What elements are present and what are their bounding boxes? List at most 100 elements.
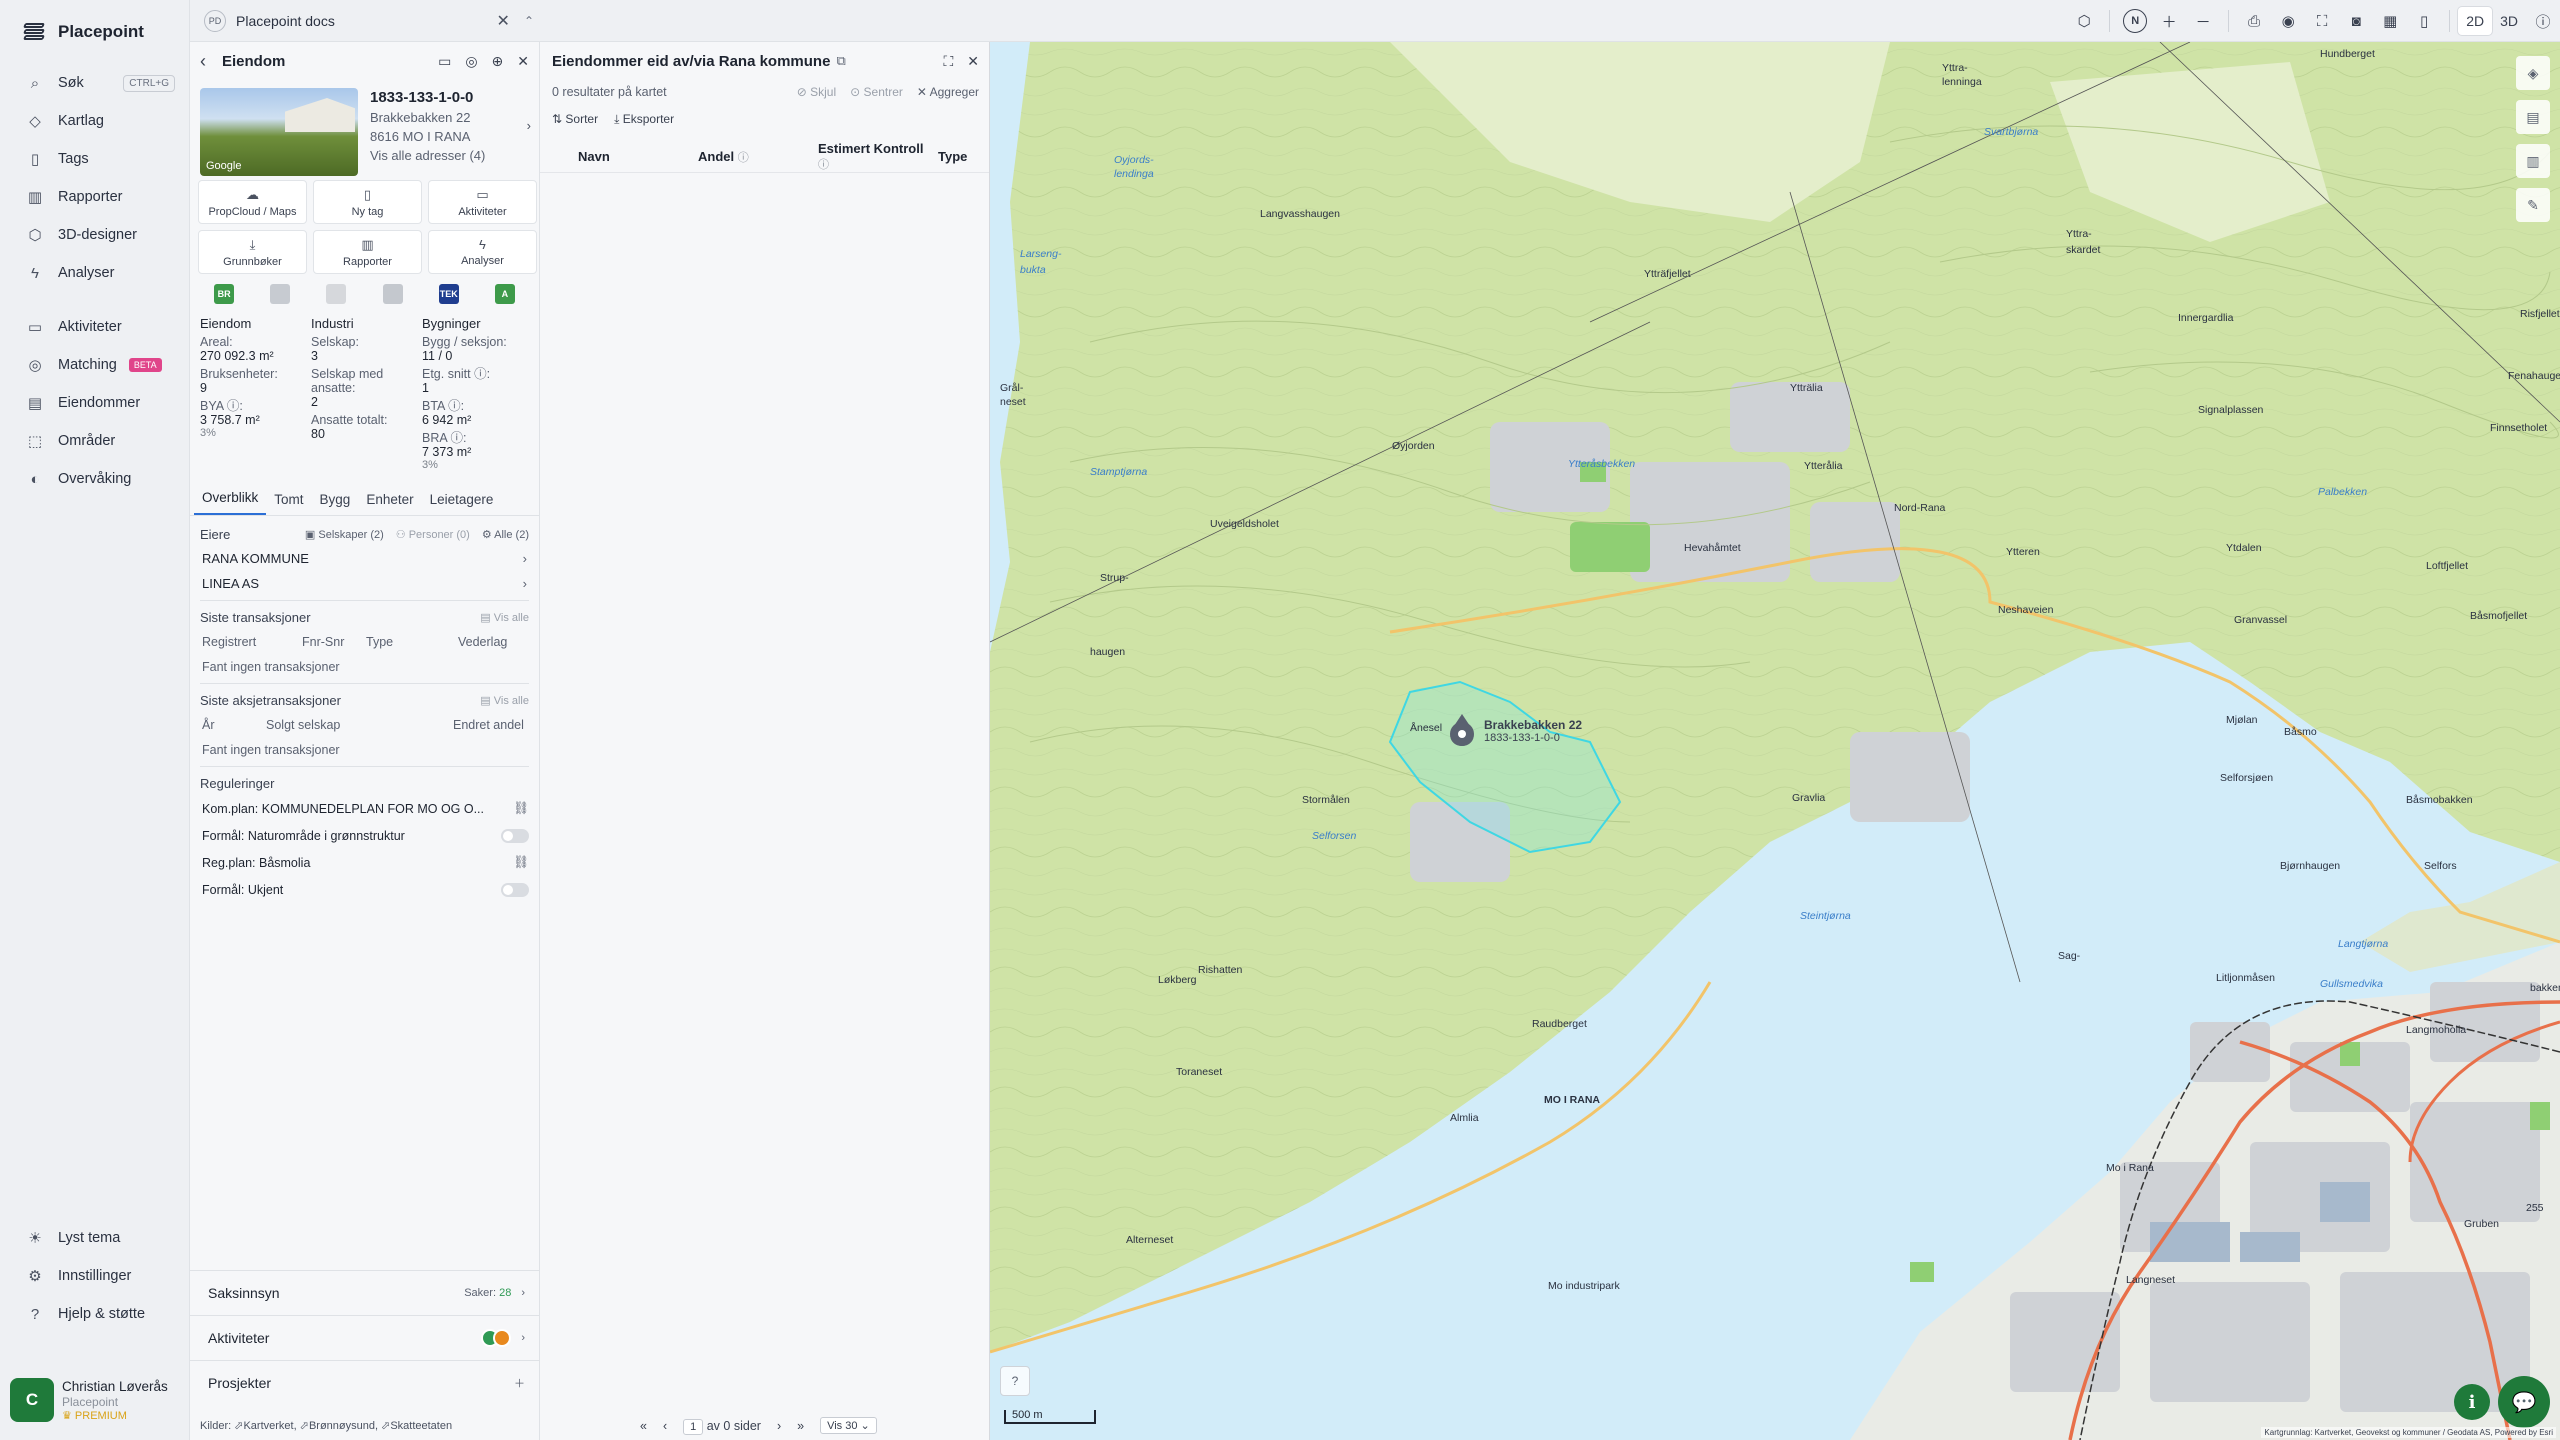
data-source-badge[interactable]: [382, 284, 403, 304]
close-icon[interactable]: ✕: [517, 53, 529, 70]
layer-toggle[interactable]: [501, 828, 529, 843]
filter-persons[interactable]: ⚇ Personer (0): [396, 528, 470, 541]
tab-enheter[interactable]: Enheter: [358, 492, 421, 515]
tab-bygg[interactable]: Bygg: [312, 492, 359, 515]
source-link[interactable]: ⬀Kartverket,: [234, 1420, 296, 1432]
show-all-transactions[interactable]: ▤ Vis alle: [480, 611, 529, 624]
column-header-kontroll[interactable]: Estimert Kontroll ⓘ: [818, 141, 938, 172]
sidebar-item-matching[interactable]: ◎ Matching BETA: [0, 346, 189, 384]
doc-tab[interactable]: PD Placepoint docs ✕ ⌃: [204, 7, 534, 35]
source-link[interactable]: ⬀Brønnøysund,: [300, 1420, 378, 1432]
export-button[interactable]: ⤓ Eksporter: [614, 112, 674, 127]
link-icon[interactable]: ⛓: [513, 801, 529, 816]
aktiviteter-accordion[interactable]: Aktiviteter ›: [190, 1315, 539, 1360]
chevron-right-icon[interactable]: ›: [521, 1287, 525, 1299]
user-card[interactable]: C Christian Løverås Placepoint ♛ PREMIUM: [10, 1372, 182, 1428]
layer-toggle[interactable]: [501, 882, 529, 897]
link-icon[interactable]: ⧉: [836, 53, 845, 69]
prev-page-icon[interactable]: ‹: [663, 1419, 667, 1433]
property-address-block[interactable]: 1833-133-1-0-0 Brakkebakken 22 8616 MO I…: [370, 88, 531, 176]
owner-row[interactable]: RANA KOMMUNE ›: [200, 546, 529, 571]
tab-leietagere[interactable]: Leietagere: [422, 492, 502, 515]
chevron-up-down-icon[interactable]: ⌃: [524, 14, 534, 28]
all-addresses-link[interactable]: Vis alle adresser (4): [370, 146, 531, 165]
filter-companies[interactable]: ▣ Selskaper (2): [305, 528, 384, 541]
owner-row[interactable]: LINEA AS ›: [200, 571, 529, 596]
map-ruler-icon[interactable]: ▤: [2516, 100, 2550, 134]
data-source-badge[interactable]: A: [494, 284, 515, 304]
compass-button[interactable]: N: [2118, 4, 2152, 38]
camera-icon[interactable]: ◙: [2339, 4, 2373, 38]
link-icon[interactable]: ⛓: [513, 855, 529, 870]
eye-icon[interactable]: ◎: [465, 53, 477, 70]
expand-icon[interactable]: ⛶: [943, 53, 953, 70]
info-button[interactable]: i: [2454, 1384, 2490, 1420]
chevron-right-icon[interactable]: ›: [527, 116, 531, 135]
first-page-icon[interactable]: «: [640, 1419, 647, 1433]
tab-tomt[interactable]: Tomt: [266, 492, 311, 515]
center-button[interactable]: ⊙ Sentrer: [850, 85, 903, 99]
action-analyser-button[interactable]: ϟ Analyser: [428, 230, 537, 274]
action-grunnb-ker-button[interactable]: ⤓ Grunnbøker: [198, 230, 307, 274]
layers-3d-icon[interactable]: ⬡: [2067, 4, 2101, 38]
view-3d-button[interactable]: 3D: [2492, 7, 2526, 35]
crosshair-icon[interactable]: ⊕: [492, 53, 504, 70]
source-link[interactable]: ⬀Skatteetaten: [381, 1420, 452, 1432]
sidebar-item-overv-king[interactable]: ◐ Overvåking: [0, 460, 189, 498]
grid-icon[interactable]: ▦: [2373, 4, 2407, 38]
per-page-select[interactable]: Vis 30 ⌄: [820, 1417, 877, 1434]
page-input[interactable]: 1: [683, 1418, 704, 1435]
sidebar-item-rapporter[interactable]: ▥ Rapporter: [0, 178, 189, 216]
action-ny-tag-button[interactable]: ▯ Ny tag: [313, 180, 422, 224]
map-canvas[interactable]: [990, 42, 2560, 1440]
app-brand[interactable]: Placepoint: [0, 0, 189, 64]
sidebar-item-tags[interactable]: ▯ Tags: [0, 140, 189, 178]
sidebar-item-s-k[interactable]: ⌕ Søk CTRL+G: [0, 64, 189, 102]
back-arrow-icon[interactable]: ‹: [200, 51, 206, 72]
close-icon[interactable]: ✕: [967, 53, 979, 70]
action-rapporter-button[interactable]: ▥ Rapporter: [313, 230, 422, 274]
hide-button[interactable]: ⊘ Skjul: [797, 85, 836, 99]
aggregate-button[interactable]: ✕ Aggreger: [917, 85, 979, 99]
action-propcloud-maps-button[interactable]: ☁ PropCloud / Maps: [198, 180, 307, 224]
map-view[interactable]: Brakkebakken 22 1833-133-1-0-0 Yttra-len…: [990, 42, 2560, 1440]
saksinnsyn-accordion[interactable]: Saksinnsyn Saker: 28 ›: [190, 1270, 539, 1315]
info-icon[interactable]: ⓘ: [2526, 4, 2560, 38]
chevron-right-icon[interactable]: ›: [521, 1332, 525, 1344]
sidebar-item-kartlag[interactable]: ◇ Kartlag: [0, 102, 189, 140]
tab-overblikk[interactable]: Overblikk: [194, 490, 267, 515]
data-source-badge[interactable]: BR: [214, 284, 235, 304]
column-header-navn[interactable]: Navn: [578, 149, 698, 164]
column-header-andel[interactable]: Andel ⓘ: [698, 149, 818, 165]
map-chart-icon[interactable]: ▥: [2516, 144, 2550, 178]
bookmark-icon[interactable]: ▯: [2407, 4, 2441, 38]
column-header-type[interactable]: Type: [938, 149, 967, 164]
filter-all[interactable]: ⚙ Alle (2): [482, 528, 529, 541]
eye-icon[interactable]: ◉: [2271, 4, 2305, 38]
sidebar-item-hjelp-st-tte[interactable]: ? Hjelp & støtte: [0, 1295, 189, 1333]
chat-button[interactable]: 💬: [2498, 1376, 2550, 1428]
prosjekter-accordion[interactable]: Prosjekter ＋: [190, 1360, 539, 1405]
print-icon[interactable]: ⎙: [2237, 4, 2271, 38]
map-layers-icon[interactable]: ◈: [2516, 56, 2550, 90]
property-photo[interactable]: Google: [200, 88, 358, 176]
show-all-share-transactions[interactable]: ▤ Vis alle: [480, 694, 529, 707]
id-card-icon[interactable]: ▭: [438, 53, 451, 70]
sidebar-item-analyser[interactable]: ϟ Analyser: [0, 254, 189, 292]
close-icon[interactable]: ✕: [497, 11, 510, 31]
data-source-badge[interactable]: TEK: [438, 284, 459, 304]
map-tools-icon[interactable]: ✎: [2516, 188, 2550, 222]
action-aktiviteter-button[interactable]: ▭ Aktiviteter: [428, 180, 537, 224]
data-source-badge[interactable]: [326, 284, 347, 304]
sidebar-item-3d-designer[interactable]: ⬡ 3D-designer: [0, 216, 189, 254]
zoom-out-icon[interactable]: －: [2186, 4, 2220, 38]
sidebar-item-lyst-tema[interactable]: ☀ Lyst tema: [0, 1219, 189, 1257]
last-page-icon[interactable]: »: [797, 1419, 804, 1433]
sidebar-item-aktiviteter[interactable]: ▭ Aktiviteter: [0, 308, 189, 346]
data-source-badge[interactable]: [270, 284, 291, 304]
view-2d-button[interactable]: 2D: [2458, 7, 2493, 35]
plus-icon[interactable]: ＋: [514, 1375, 525, 1391]
sidebar-item-eiendommer[interactable]: ▤ Eiendommer: [0, 384, 189, 422]
sidebar-item-innstillinger[interactable]: ⚙ Innstillinger: [0, 1257, 189, 1295]
next-page-icon[interactable]: ›: [777, 1419, 781, 1433]
